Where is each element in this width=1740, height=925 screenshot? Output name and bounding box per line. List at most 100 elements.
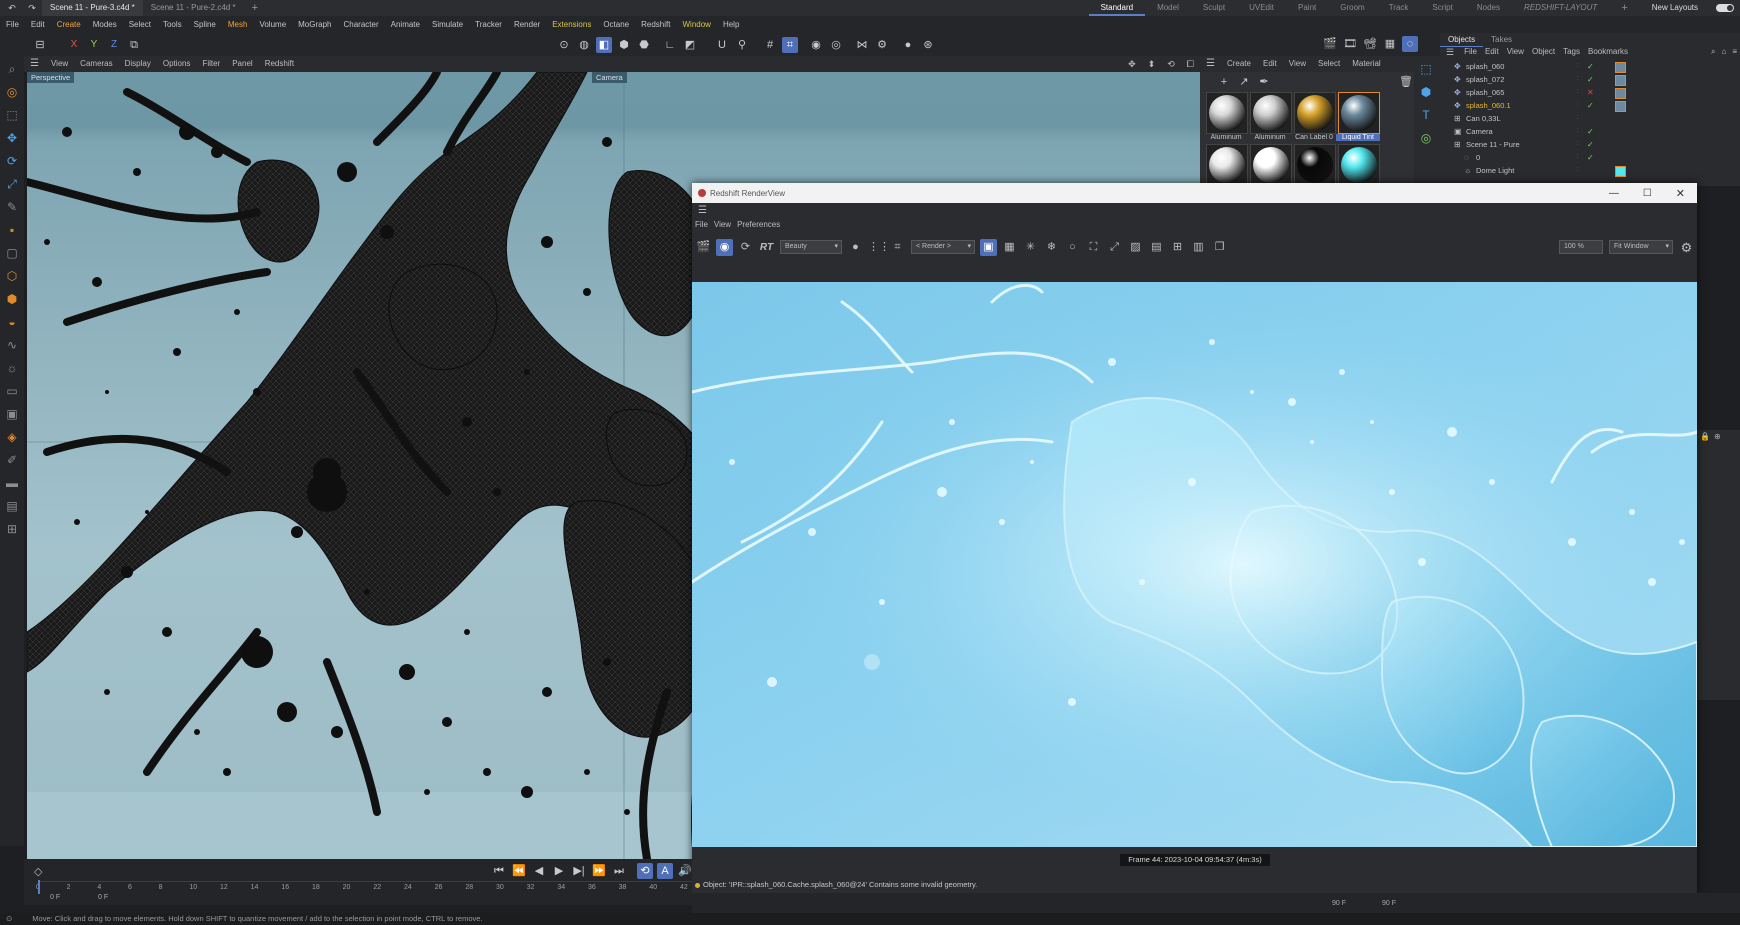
render-settings-icon[interactable]: 📽 [1362,36,1378,52]
add-layout-button[interactable]: + [1609,0,1639,16]
color-display-icon[interactable]: ● [847,239,864,256]
visibility-dots-icon[interactable]: : [1577,112,1579,125]
coordinate-system-icon[interactable]: ⧉ [126,37,142,53]
eyedropper-icon[interactable]: ✒ [1256,74,1272,90]
viewport-rotate-icon[interactable]: ⟲ [1161,56,1181,72]
material-menu-edit[interactable]: Edit [1257,56,1283,72]
sculpt-icon[interactable]: ✐ [2,450,22,470]
sound-icon[interactable]: 🔊 [677,863,693,879]
cube-primitive-icon[interactable]: ▢ [2,243,22,263]
model-mode-icon[interactable]: ⊟ [32,37,48,53]
layout-toggle[interactable] [1716,4,1734,12]
go-to-start-icon[interactable]: ⏮ [491,863,507,879]
enabled-check-icon[interactable]: ✓ [1587,60,1594,73]
end-frame-field[interactable]: 90 F [1332,900,1346,907]
visibility-dots-icon[interactable]: : [1577,125,1579,138]
material-swatch[interactable] [1338,92,1380,134]
timeline-ruler[interactable]: 024681012141618202224262830323436384042 [36,880,692,894]
material-menu-select[interactable]: Select [1312,56,1346,72]
object-row[interactable]: ✥ splash_060: ✓ [1440,60,1740,73]
menu-file[interactable]: File [0,16,25,33]
object-row[interactable]: ▣ Camera: ✓ [1440,125,1740,138]
start-frame-field[interactable]: 0 F [98,894,108,901]
layout-tab-uvedit[interactable]: UVEdit [1237,0,1286,16]
ipr-start-icon[interactable]: ◉ [716,238,733,256]
refresh-icon[interactable]: ⟳ [737,239,754,256]
menu-volume[interactable]: Volume [253,16,292,33]
menu-octane[interactable]: Octane [597,16,635,33]
enabled-check-icon[interactable]: ✓ [1587,99,1594,112]
menu-simulate[interactable]: Simulate [426,16,469,33]
snapshot-icon[interactable]: ▤ [1148,239,1165,256]
material-menu-icon[interactable]: ☰ [1200,56,1221,72]
objects-menu-object[interactable]: Object [1528,44,1559,60]
compare-icon[interactable]: ▥ [1190,239,1207,256]
close-icon[interactable]: ✕ [1664,187,1697,200]
edges-mode-icon[interactable]: ◍ [576,37,592,53]
preview-end-frame-field[interactable]: 90 F [1382,900,1396,907]
zoom-dropdown[interactable]: 100 % [1559,240,1603,254]
material-swatch[interactable] [1250,92,1292,134]
search-icon[interactable]: ⌕ [2,59,22,79]
redshift-ipr-icon[interactable]: ◌ [1402,36,1418,52]
objects-menu-icon[interactable]: ☰ [1440,44,1460,60]
layout-tab-script[interactable]: Script [1420,0,1464,16]
bokeh-icon[interactable]: ❄ [1043,239,1060,256]
add-tab-button[interactable]: + [244,0,266,16]
material-swatch[interactable] [1338,144,1380,186]
camera-icon[interactable]: ▣ [2,404,22,424]
grid-snap-icon[interactable]: # [762,37,778,53]
new-layouts-button[interactable]: New Layouts [1640,0,1710,16]
renderview-hamburger-icon[interactable]: ☰ [698,205,707,216]
tab-document-pure-3[interactable]: Scene 11 - Pure-3.c4d * [42,0,143,16]
objects-menu-edit[interactable]: Edit [1481,44,1503,60]
rv-menu-view[interactable]: View [711,217,734,233]
locked-workplane-icon[interactable]: ◎ [828,37,844,53]
fit-window-dropdown[interactable]: Fit Window ▾ [1609,240,1673,254]
visibility-dots-icon[interactable]: : [1577,60,1579,73]
menu-mograph[interactable]: MoGraph [292,16,337,33]
expand-icon[interactable]: ⤢ [1106,239,1123,256]
spline-icon[interactable]: ∿ [2,335,22,355]
aov-dropdown[interactable]: Beauty ▾ [780,240,842,254]
floor-icon[interactable]: ▭ [2,381,22,401]
object-row[interactable]: ✥ splash_065: ✕ [1440,86,1740,99]
menu-tools[interactable]: Tools [157,16,188,33]
object-row[interactable]: ◌ 0: ✓ [1440,151,1740,164]
attr-new-icon[interactable]: ⊕ [1712,432,1723,441]
axis-mode-icon[interactable]: ∟ [662,37,678,53]
material-swatch[interactable] [1294,92,1336,134]
delete-material-icon[interactable]: 🗑 [1398,74,1414,90]
menu-tracker[interactable]: Tracker [469,16,508,33]
viewport-menu-options[interactable]: Options [157,56,197,72]
rv-menu-file[interactable]: File [692,217,711,233]
next-key-icon[interactable]: ⏩ [591,863,607,879]
objects-filter-icon[interactable]: ≡ [1729,44,1740,60]
enabled-check-icon[interactable]: ✓ [1587,151,1594,164]
go-to-end-icon[interactable]: ⏭ [611,863,627,879]
layout-tab-nodes[interactable]: Nodes [1465,0,1512,16]
clapper-icon[interactable]: 🎬 [695,239,712,256]
lock-region-icon[interactable]: ▣ [980,238,997,256]
visibility-dots-icon[interactable]: : [1577,99,1579,112]
asset-browser-icon[interactable]: ⊛ [920,37,936,53]
circle-select-icon[interactable]: ○ [1064,239,1081,256]
renderview-settings-gear-icon[interactable]: ⚙ [1678,239,1695,256]
live-selection-icon[interactable]: ◎ [2,82,22,102]
object-mode-icon[interactable]: ⬢ [616,37,632,53]
add-material-icon[interactable]: + [1216,74,1232,90]
undo-icon[interactable]: ↶ [4,0,20,16]
material-swatch[interactable] [1250,144,1292,186]
play-icon[interactable]: ▶ [551,863,567,879]
axis-y-toggle[interactable]: Y [86,37,102,53]
object-row[interactable]: ✥ splash_060.1: ✓ [1440,99,1740,112]
material-tag-icon[interactable] [1615,75,1626,86]
cube-object-icon[interactable]: ⬢ [1416,82,1436,102]
layout-tab-model[interactable]: Model [1145,0,1191,16]
deformer-icon[interactable]: ⬢ [2,289,22,309]
next-frame-icon[interactable]: ▶| [571,863,587,879]
tab-document-pure-2[interactable]: Scene 11 - Pure-2.c4d * [143,0,244,16]
scale-tool-icon[interactable]: ⤢ [2,174,22,194]
pen-tool-icon[interactable]: ✎ [2,197,22,217]
viewport-menu-display[interactable]: Display [119,56,157,72]
